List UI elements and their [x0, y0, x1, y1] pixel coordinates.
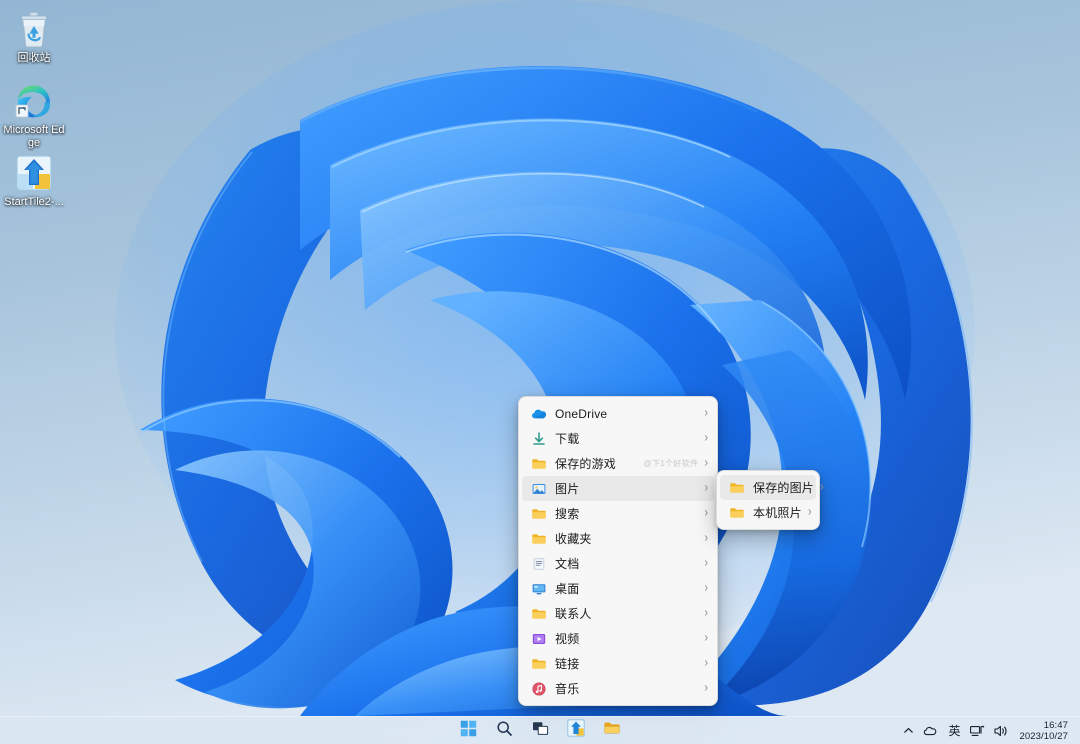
folder-icon: [728, 479, 745, 496]
folder-icon: [530, 505, 547, 522]
tray-volume-button[interactable]: [989, 718, 1013, 744]
task-view-button[interactable]: [527, 719, 553, 743]
menu-item-label: 视频: [555, 630, 698, 647]
menu-item-label: 音乐: [555, 680, 698, 697]
desktop[interactable]: 回收站: [0, 0, 1080, 744]
recycle-bin-icon: [2, 6, 66, 52]
menu-item-label: 下载: [555, 430, 698, 447]
menu-item-documents[interactable]: 文档 ›: [522, 551, 714, 576]
tray-ime-button[interactable]: 英: [943, 718, 965, 744]
chevron-right-icon: ›: [704, 532, 708, 545]
desktop-icon-microsoft-edge[interactable]: Microsoft Edge: [2, 78, 66, 150]
network-icon: [969, 723, 985, 739]
search-button[interactable]: [491, 719, 517, 743]
chevron-right-icon: ›: [704, 482, 708, 495]
folder-icon: [530, 655, 547, 672]
chevron-right-icon: ›: [704, 682, 708, 695]
desktop-icon-startallback[interactable]: StartTile2-...: [2, 150, 66, 209]
ime-language-label: 英: [948, 722, 960, 739]
tray-onedrive-button[interactable]: [919, 718, 943, 744]
desktop-icon-label: 回收站: [2, 52, 66, 65]
chevron-right-icon: ›: [704, 632, 708, 645]
menu-item-label: 搜索: [555, 505, 698, 522]
menu-item-label: 链接: [555, 655, 698, 672]
task-view-icon: [532, 720, 549, 742]
menu-item-links[interactable]: 链接 ›: [522, 651, 714, 676]
pictures-icon: [530, 480, 547, 497]
menu-item-downloads[interactable]: 下载 ›: [522, 426, 714, 451]
start-button[interactable]: [455, 719, 481, 743]
menu-item-label: 保存的游戏: [555, 455, 636, 472]
search-icon: [496, 720, 513, 742]
chevron-right-icon: ›: [820, 481, 824, 494]
context-submenu-pictures[interactable]: 保存的图片 › 本机照片 ›: [716, 470, 820, 530]
chevron-right-icon: ›: [704, 432, 708, 445]
menu-item-label: 文档: [555, 555, 698, 572]
startallback-icon: [567, 719, 585, 742]
menu-item-videos[interactable]: 视频 ›: [522, 626, 714, 651]
menu-item-label: 桌面: [555, 580, 698, 597]
watermark-text: @下1个好软件: [644, 458, 699, 469]
submenu-item-local-photos[interactable]: 本机照片 ›: [720, 500, 816, 525]
taskbar[interactable]: 英 16:47 2023/10/27: [0, 716, 1080, 744]
chevron-right-icon: ›: [704, 582, 708, 595]
taskbar-center-group: [455, 719, 625, 743]
tray-network-button[interactable]: [965, 718, 989, 744]
submenu-item-label: 本机照片: [753, 504, 802, 521]
desktop-icon-label: Microsoft Edge: [2, 124, 66, 150]
menu-item-pictures[interactable]: 图片 ›: [522, 476, 714, 501]
menu-item-onedrive[interactable]: OneDrive ›: [522, 401, 714, 426]
folder-icon: [530, 605, 547, 622]
tray-overflow-button[interactable]: [897, 718, 919, 744]
desktop-icon-label: StartTile2-...: [2, 196, 66, 209]
desktop-icon-recycle-bin[interactable]: 回收站: [2, 6, 66, 65]
context-menu[interactable]: OneDrive › 下载 › 保存的游戏: [518, 396, 718, 706]
chevron-right-icon: ›: [704, 557, 708, 570]
download-icon: [530, 430, 547, 447]
chevron-right-icon: ›: [704, 407, 708, 420]
folder-icon: [530, 455, 547, 472]
desktop-icon: [530, 580, 547, 597]
menu-item-label: 收藏夹: [555, 530, 698, 547]
onedrive-cloud-icon: [530, 405, 547, 422]
menu-item-saved-games[interactable]: 保存的游戏 @下1个好软件 ›: [522, 451, 714, 476]
chevron-right-icon: ›: [704, 607, 708, 620]
videos-icon: [530, 630, 547, 647]
menu-item-contacts[interactable]: 联系人 ›: [522, 601, 714, 626]
menu-item-music[interactable]: 音乐 ›: [522, 676, 714, 701]
startallback-icon: [2, 150, 66, 196]
submenu-item-saved-pictures[interactable]: 保存的图片 ›: [720, 475, 816, 500]
microsoft-edge-icon: [2, 78, 66, 124]
menu-item-label: 联系人: [555, 605, 698, 622]
chevron-right-icon: ›: [808, 506, 812, 519]
windows-logo-icon: [460, 720, 477, 742]
menu-item-desktop[interactable]: 桌面 ›: [522, 576, 714, 601]
folder-icon: [728, 504, 745, 521]
chevron-right-icon: ›: [704, 457, 708, 470]
music-icon: [530, 680, 547, 697]
folder-icon: [530, 530, 547, 547]
menu-item-favorites[interactable]: 收藏夹 ›: [522, 526, 714, 551]
chevron-right-icon: ›: [704, 657, 708, 670]
folder-icon: [603, 719, 621, 742]
file-explorer-button[interactable]: [599, 719, 625, 743]
taskbar-clock[interactable]: 16:47 2023/10/27: [1013, 717, 1076, 744]
clock-date: 2023/10/27: [1019, 731, 1068, 742]
chevron-right-icon: ›: [704, 507, 708, 520]
startallback-button[interactable]: [563, 719, 589, 743]
volume-icon: [993, 723, 1009, 739]
system-tray[interactable]: 英 16:47 2023/10/27: [897, 717, 1076, 744]
documents-icon: [530, 555, 547, 572]
menu-item-searches[interactable]: 搜索 ›: [522, 501, 714, 526]
chevron-up-icon: [902, 724, 915, 737]
submenu-item-label: 保存的图片: [753, 479, 814, 496]
menu-item-label: 图片: [555, 480, 698, 497]
clock-time: 16:47: [1044, 720, 1068, 731]
onedrive-cloud-icon: [923, 723, 939, 739]
menu-item-label: OneDrive: [555, 407, 698, 421]
